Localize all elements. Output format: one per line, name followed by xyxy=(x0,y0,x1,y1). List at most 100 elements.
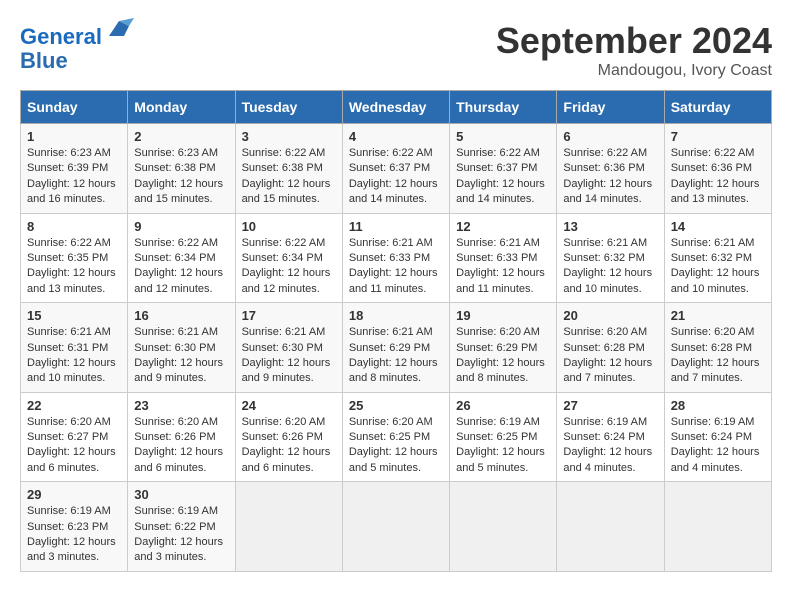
calendar-cell: 4Sunrise: 6:22 AMSunset: 6:37 PMDaylight… xyxy=(342,124,449,214)
calendar-cell: 7Sunrise: 6:22 AMSunset: 6:36 PMDaylight… xyxy=(664,124,771,214)
day-number: 18 xyxy=(349,308,443,323)
logo-blue: Blue xyxy=(20,48,68,73)
day-info: Sunrise: 6:22 AM xyxy=(671,146,765,161)
calendar-cell xyxy=(450,482,557,572)
day-number: 22 xyxy=(27,398,121,413)
day-info: and 15 minutes. xyxy=(134,192,228,207)
day-info: Sunrise: 6:20 AM xyxy=(563,325,657,340)
day-info: Sunset: 6:36 PM xyxy=(671,161,765,176)
day-info: and 8 minutes. xyxy=(349,371,443,386)
calendar-week-5: 29Sunrise: 6:19 AMSunset: 6:23 PMDayligh… xyxy=(21,482,772,572)
calendar-cell: 25 Sunrise: 6:20 AMSunset: 6:25 PMDayligh… xyxy=(342,392,449,482)
calendar-table: SundayMondayTuesdayWednesdayThursdayFrid… xyxy=(20,90,772,572)
location-subtitle: Mandougou, Ivory Coast xyxy=(496,62,772,80)
day-info: and 13 minutes. xyxy=(27,282,121,297)
day-info: and 8 minutes. xyxy=(456,371,550,386)
calendar-week-1: 1Sunrise: 6:23 AMSunset: 6:39 PMDaylight… xyxy=(21,124,772,214)
day-info: Sunset: 6:36 PM xyxy=(563,161,657,176)
day-number: 24 xyxy=(242,398,336,413)
calendar-cell: 26Sunrise: 6:19 AMSunset: 6:25 PMDayligh… xyxy=(450,392,557,482)
day-info: Sunrise: 6:19 AM xyxy=(563,415,657,430)
day-info: and 6 minutes. xyxy=(134,461,228,476)
day-info: Sunrise: 6:22 AM xyxy=(456,146,550,161)
day-info: Daylight: 12 hours xyxy=(349,266,443,281)
day-info: and 10 minutes. xyxy=(563,282,657,297)
header-row: SundayMondayTuesdayWednesdayThursdayFrid… xyxy=(21,91,772,124)
calendar-cell: 6Sunrise: 6:22 AMSunset: 6:36 PMDaylight… xyxy=(557,124,664,214)
day-info: Sunrise: 6:23 AM xyxy=(134,146,228,161)
day-info: and 3 minutes. xyxy=(27,550,121,565)
calendar-cell xyxy=(342,482,449,572)
day-info: Daylight: 12 hours xyxy=(563,266,657,281)
day-number: 4 xyxy=(349,129,443,144)
day-info: Sunset: 6:32 PM xyxy=(563,251,657,266)
logo-bird-icon xyxy=(104,16,134,44)
day-info: Daylight: 12 hours xyxy=(134,445,228,460)
day-number: 21 xyxy=(671,308,765,323)
day-info: Daylight: 12 hours xyxy=(456,266,550,281)
day-header-monday: Monday xyxy=(128,91,235,124)
day-number: 25 xyxy=(349,398,443,413)
day-info: and 12 minutes. xyxy=(134,282,228,297)
day-info: Sunrise: 6:20 AM xyxy=(456,325,550,340)
day-info: and 11 minutes. xyxy=(349,282,443,297)
day-info: Sunrise: 6:21 AM xyxy=(563,236,657,251)
day-info: Sunset: 6:26 PM xyxy=(134,430,228,445)
day-info: Sunset: 6:31 PM xyxy=(27,341,121,356)
calendar-cell: 18Sunrise: 6:21 AMSunset: 6:29 PMDayligh… xyxy=(342,303,449,393)
calendar-cell: 12Sunrise: 6:21 AMSunset: 6:33 PMDayligh… xyxy=(450,213,557,303)
day-info: and 14 minutes. xyxy=(456,192,550,207)
calendar-cell: 15Sunrise: 6:21 AMSunset: 6:31 PMDayligh… xyxy=(21,303,128,393)
day-info: Sunset: 6:37 PM xyxy=(456,161,550,176)
calendar-cell: 16Sunrise: 6:21 AMSunset: 6:30 PMDayligh… xyxy=(128,303,235,393)
calendar-cell: 10Sunrise: 6:22 AMSunset: 6:34 PMDayligh… xyxy=(235,213,342,303)
day-info: Sunrise: 6:20 AM xyxy=(349,415,443,430)
calendar-cell: 5Sunrise: 6:22 AMSunset: 6:37 PMDaylight… xyxy=(450,124,557,214)
calendar-cell: 11Sunrise: 6:21 AMSunset: 6:33 PMDayligh… xyxy=(342,213,449,303)
day-info: Daylight: 12 hours xyxy=(134,356,228,371)
day-info: Daylight: 12 hours xyxy=(134,535,228,550)
day-info: Sunrise: 6:19 AM xyxy=(456,415,550,430)
day-info: and 15 minutes. xyxy=(242,192,336,207)
day-info: Sunrise: 6:20 AM xyxy=(671,325,765,340)
day-info: Sunrise: 6:23 AM xyxy=(27,146,121,161)
day-info: and 10 minutes. xyxy=(671,282,765,297)
day-info: Daylight: 12 hours xyxy=(27,535,121,550)
calendar-cell: 17Sunrise: 6:21 AMSunset: 6:30 PMDayligh… xyxy=(235,303,342,393)
day-number: 3 xyxy=(242,129,336,144)
day-info: Sunrise: 6:21 AM xyxy=(242,325,336,340)
calendar-cell: 3Sunrise: 6:22 AMSunset: 6:38 PMDaylight… xyxy=(235,124,342,214)
day-number: 19 xyxy=(456,308,550,323)
calendar-cell: 21Sunrise: 6:20 AMSunset: 6:28 PMDayligh… xyxy=(664,303,771,393)
day-info: Daylight: 12 hours xyxy=(456,445,550,460)
day-number: 15 xyxy=(27,308,121,323)
day-info: Sunrise: 6:21 AM xyxy=(349,325,443,340)
day-info: Sunset: 6:33 PM xyxy=(456,251,550,266)
day-info: Daylight: 12 hours xyxy=(134,266,228,281)
day-info: Sunrise: 6:22 AM xyxy=(27,236,121,251)
day-info: Sunset: 6:25 PM xyxy=(349,430,443,445)
calendar-cell: 24Sunrise: 6:20 AMSunset: 6:26 PMDayligh… xyxy=(235,392,342,482)
day-number: 12 xyxy=(456,219,550,234)
day-info: Sunrise: 6:21 AM xyxy=(671,236,765,251)
calendar-cell: 9Sunrise: 6:22 AMSunset: 6:34 PMDaylight… xyxy=(128,213,235,303)
day-info: Daylight: 12 hours xyxy=(349,177,443,192)
day-info: Daylight: 12 hours xyxy=(456,177,550,192)
day-info: Daylight: 12 hours xyxy=(242,266,336,281)
page-header: General Blue September 2024 Mandougou, I… xyxy=(20,20,772,80)
day-info: Daylight: 12 hours xyxy=(671,445,765,460)
day-info: Daylight: 12 hours xyxy=(671,356,765,371)
day-info: Daylight: 12 hours xyxy=(349,445,443,460)
day-info: Daylight: 12 hours xyxy=(563,177,657,192)
day-info: and 4 minutes. xyxy=(671,461,765,476)
day-info: and 11 minutes. xyxy=(456,282,550,297)
calendar-cell: 30Sunrise: 6:19 AMSunset: 6:22 PMDayligh… xyxy=(128,482,235,572)
day-info: Sunrise: 6:22 AM xyxy=(563,146,657,161)
logo: General Blue xyxy=(20,20,134,73)
calendar-cell: 23Sunrise: 6:20 AMSunset: 6:26 PMDayligh… xyxy=(128,392,235,482)
title-section: September 2024 Mandougou, Ivory Coast xyxy=(496,20,772,80)
day-info: Sunset: 6:27 PM xyxy=(27,430,121,445)
day-number: 28 xyxy=(671,398,765,413)
day-info: and 14 minutes. xyxy=(349,192,443,207)
day-info: Daylight: 12 hours xyxy=(349,356,443,371)
